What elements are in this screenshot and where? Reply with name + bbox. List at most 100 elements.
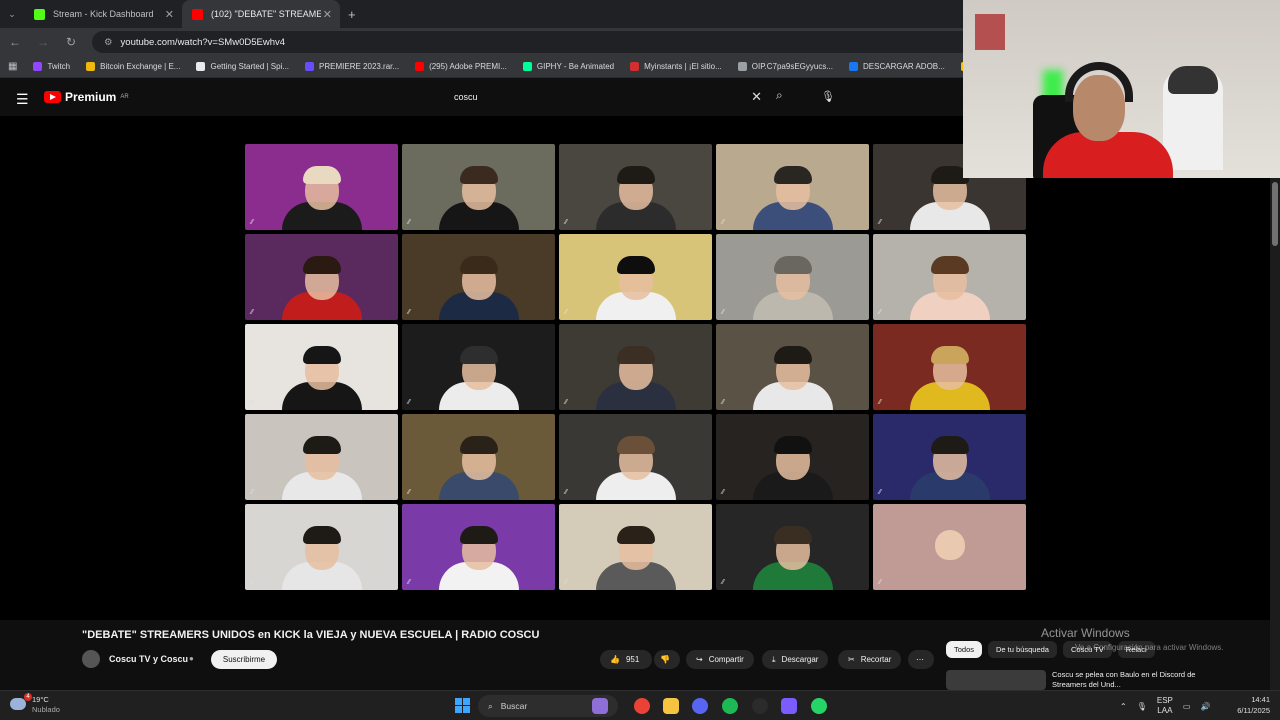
participant-tile: ⁄⁄ [559,414,712,500]
participant-hair [773,165,812,184]
participant-hair [459,525,498,544]
participant-hair [302,435,341,454]
bookmark-item[interactable]: GIPHY - Be Animated [522,62,615,71]
microphone-icon[interactable]: 🎙 [818,86,838,106]
forward-icon[interactable]: → [36,35,50,49]
close-icon[interactable]: ✕ [323,8,332,21]
participant-tile: ⁄⁄ [559,324,712,410]
clip-label: Recortar [860,655,892,664]
page-scrollbar[interactable] [1270,178,1280,690]
search-input[interactable]: coscu ✕ [446,86,772,108]
muted-mic-icon: ⁄⁄ [722,489,725,496]
more-actions-button[interactable]: ⋯ [908,650,934,669]
volume-icon[interactable]: 🔊 [1200,702,1210,711]
participant-tile: ⁄⁄ [245,324,398,410]
windows-start-icon[interactable] [455,698,470,713]
clear-search-icon[interactable]: ✕ [751,89,762,105]
weather-widget[interactable]: 4 19°C Nublado [10,693,60,715]
site-info-icon[interactable]: ⚙ [104,37,113,48]
bookmark-item[interactable]: Twitch [33,62,70,71]
search-value: coscu [454,92,478,102]
bookmark-icon [415,62,425,71]
channel-name[interactable]: Coscu TV y Coscu [109,654,188,664]
bookmark-item[interactable]: OIP.C7pa9sEGyyucs... [737,62,833,71]
participant-hair [302,525,341,544]
participant-hair [773,345,812,364]
chip-all[interactable]: Todos [946,641,983,658]
recommended-video[interactable]: Coscu se pelea con Baulo en el Discord d… [946,668,1266,690]
whatsapp-icon[interactable] [811,698,827,714]
bookmark-icon [737,62,747,71]
participant-hair [930,255,969,274]
microphone-icon[interactable]: 🎙 [1137,702,1147,711]
tab-search-icon[interactable]: ⌄ [0,9,24,20]
new-tab-button[interactable]: + [340,7,356,22]
tab-kick-dashboard[interactable]: Stream - Kick Dashboard ✕ [24,0,182,28]
youtube-play-icon [44,91,61,103]
bookmark-item[interactable]: Getting Started | Spi... [196,62,289,71]
bookmark-icon [86,62,96,71]
recommended-title[interactable]: Coscu se pelea con Baulo en el Discord d… [1052,670,1232,690]
bookmark-label: PREMIERE 2023.rar... [319,62,400,71]
obs-icon[interactable] [752,698,768,714]
muted-mic-icon: ⁄⁄ [408,219,411,226]
app-icon[interactable] [781,698,797,714]
participant-hair [459,165,498,184]
bookmark-icon [305,62,315,71]
participant-hair [616,345,655,364]
participant-tile: ⁄⁄ [559,504,712,590]
like-button[interactable]: 👍 951 [600,650,652,669]
bookmark-label: Bitcoin Exchange | E... [100,62,181,71]
subscribe-button[interactable]: Suscribirme [211,650,277,669]
widget-people-icon[interactable] [592,698,608,714]
bookmark-label: Getting Started | Spi... [210,62,290,71]
muted-mic-icon: ⁄⁄ [722,579,725,586]
channel-avatar[interactable] [82,650,100,668]
back-icon[interactable]: ← [8,35,22,49]
menu-icon[interactable]: ☰ [16,91,29,108]
display-icon[interactable]: ▭ [1183,702,1191,711]
bookmark-item[interactable]: PREMIERE 2023.rar... [305,62,399,71]
participant-tile: ⁄⁄ [402,504,555,590]
chip-from-search[interactable]: De tu búsqueda [988,641,1057,658]
participant-tile: ⁄⁄ [716,144,869,230]
language-indicator[interactable]: ESP LAA [1157,696,1173,716]
participant-head [934,529,965,560]
muted-mic-icon: ⁄⁄ [565,309,568,316]
webcam-overlay [963,0,1280,178]
dislike-button[interactable]: 👎 [654,650,680,669]
bookmark-item[interactable]: Myinstants | ¡El sitio... [630,62,722,71]
share-button[interactable]: ↪ Compartir [686,650,754,669]
bookmark-item[interactable]: (295) Adobe PREMI... [415,62,507,71]
kick-icon [34,8,45,20]
chrome-icon[interactable] [634,698,650,714]
keyboard-layout: LAA [1157,706,1173,715]
bookmark-item[interactable]: DESCARGAR ADOB... [849,62,945,71]
file-explorer-icon[interactable] [663,698,679,714]
clock[interactable]: 14:41 6/11/2025 [1237,694,1270,716]
clip-button[interactable]: ✂ Recortar [838,650,902,669]
download-button[interactable]: ⤓ Descargar [762,650,829,669]
tab-youtube[interactable]: (102) "DEBATE" STREAMERS UN ✕ [182,0,340,28]
chevron-up-icon[interactable]: ⌃ [1120,702,1127,711]
participant-tile: ⁄⁄ [245,414,398,500]
discord-icon[interactable] [692,698,708,714]
recommended-thumbnail[interactable] [946,670,1046,690]
share-icon: ↪ [696,655,703,664]
apps-icon[interactable]: ▦ [8,61,17,72]
close-icon[interactable]: ✕ [165,8,174,21]
youtube-logo[interactable]: Premium AR [44,90,129,104]
reload-icon[interactable]: ↻ [64,35,78,49]
bookmark-label: GIPHY - Be Animated [536,62,615,71]
participant-tile: ⁄⁄ [245,504,398,590]
muted-mic-icon: ⁄⁄ [565,489,568,496]
verified-icon: ● [189,654,194,663]
muted-mic-icon: ⁄⁄ [722,399,725,406]
search-icon[interactable]: ⌕ [776,88,783,103]
spotify-icon[interactable] [722,698,738,714]
bookmark-item[interactable]: Bitcoin Exchange | E... [86,62,180,71]
download-icon: ⤓ [772,654,776,664]
tab-label: (102) "DEBATE" STREAMERS UN [211,9,321,19]
activate-windows-watermark: Activar Windows [1041,626,1130,640]
scrollbar-thumb[interactable] [1272,182,1278,246]
